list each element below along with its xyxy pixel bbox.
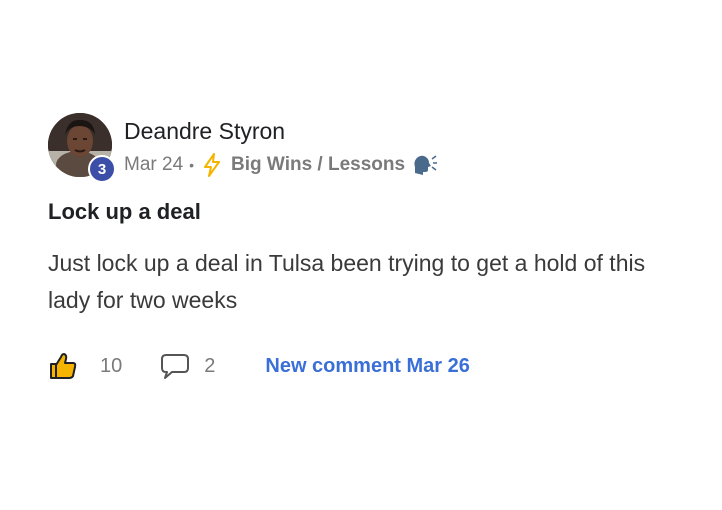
comment-icon[interactable] [160, 352, 190, 380]
lightning-bolt-icon [204, 153, 221, 177]
speaking-head-icon [414, 155, 438, 175]
level-badge: 3 [88, 155, 116, 183]
meta-separator: • [189, 157, 195, 173]
post-title[interactable]: Lock up a deal [48, 199, 201, 225]
thumbs-up-icon[interactable] [48, 351, 78, 381]
post-meta: Mar 24 • Big Wins / Lessons [124, 152, 438, 178]
new-comment-link[interactable]: New comment Mar 26 [265, 355, 470, 378]
post-actions: 10 2 New comment Mar 26 [48, 350, 470, 382]
post-body: Just lock up a deal in Tulsa been trying… [48, 250, 646, 313]
post-card: 3 Deandre Styron Mar 24 • Big Wins / Les… [0, 0, 722, 510]
author-avatar-wrapper[interactable]: 3 [48, 113, 116, 183]
like-count: 10 [100, 354, 123, 377]
author-name[interactable]: Deandre Styron [124, 118, 285, 145]
category-label[interactable]: Big Wins / Lessons [231, 154, 405, 176]
post-date[interactable]: Mar 24 [124, 154, 183, 176]
comment-count: 2 [204, 354, 216, 377]
